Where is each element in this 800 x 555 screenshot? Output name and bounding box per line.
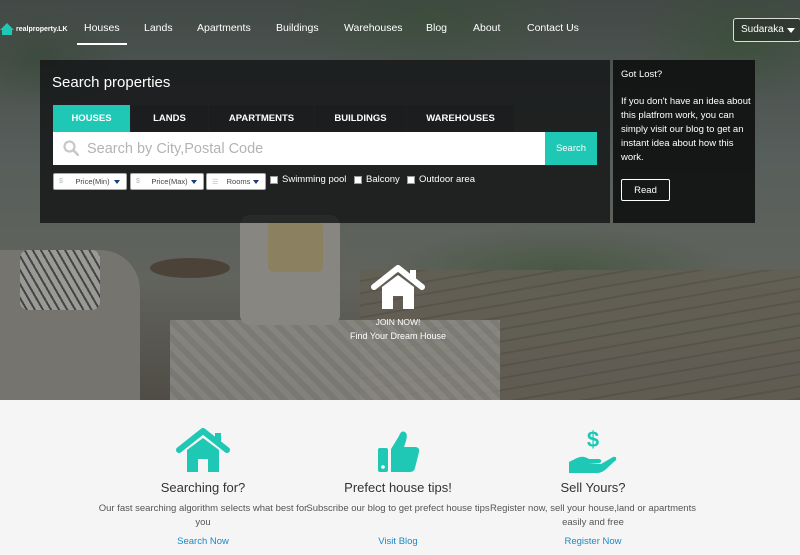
money-hand-icon: $ (483, 428, 703, 474)
tab-houses[interactable]: HOUSES (53, 105, 130, 132)
logo-text: realproperty.LK (16, 25, 68, 33)
read-button[interactable]: Read (621, 179, 670, 201)
balcony-label: Balcony (366, 174, 400, 185)
checkbox-box[interactable] (407, 175, 415, 184)
join-now-cta[interactable]: JOIN NOW! Find Your Dream House (340, 265, 456, 341)
tab-buildings[interactable]: BUILDINGS (315, 105, 406, 132)
house-icon (93, 428, 313, 474)
price-max-select[interactable]: $ Price(Max) (130, 173, 204, 190)
tab-apartments[interactable]: APARTMENTS (209, 105, 314, 132)
features-section: Searching for? Our fast searching algori… (0, 400, 800, 555)
rooms-select[interactable]: ☰ Rooms (206, 173, 266, 190)
rooms-label: Rooms (226, 177, 251, 186)
user-name: Sudaraka (741, 24, 784, 35)
chevron-down-icon (253, 179, 259, 184)
dollar-icon: $ (136, 178, 140, 185)
bed-icon: ☰ (212, 178, 219, 186)
feature-description: Our fast searching algorithm selects wha… (98, 503, 308, 528)
thumbs-up-icon (288, 428, 508, 474)
property-type-tabs: HOUSES LANDS APARTMENTS BUILDINGS WAREHO… (53, 105, 515, 132)
feature-description: Register now, sell your house,land or ap… (490, 503, 696, 528)
search-now-link[interactable]: Search Now (93, 536, 313, 547)
search-title: Search properties (52, 74, 171, 91)
chevron-down-icon (114, 179, 120, 184)
top-navbar: realproperty.LK Houses Lands Apartments … (0, 0, 800, 56)
search-bar (53, 132, 545, 165)
nav-about[interactable]: About (473, 22, 500, 34)
chevron-down-icon (787, 28, 795, 33)
search-input[interactable] (87, 136, 537, 161)
got-lost-panel: Got Lost? If you don't have an idea abou… (613, 60, 755, 223)
price-min-label: Price(Min) (75, 177, 110, 186)
search-button[interactable]: Search (545, 132, 597, 165)
got-lost-text: If you don't have an idea about this pla… (621, 96, 751, 163)
visit-blog-link[interactable]: Visit Blog (288, 536, 508, 547)
price-max-label: Price(Max) (151, 177, 188, 186)
swimming-pool-checkbox[interactable]: Swimming pool (270, 174, 346, 185)
dollar-icon: $ (59, 178, 63, 185)
house-icon (371, 265, 425, 309)
nav-houses[interactable]: Houses (77, 22, 127, 45)
nav-buildings[interactable]: Buildings (276, 22, 319, 34)
register-now-link[interactable]: Register Now (483, 536, 703, 547)
outdoor-area-checkbox[interactable]: Outdoor area (407, 174, 475, 185)
outdoor-area-label: Outdoor area (419, 174, 475, 185)
svg-text:$: $ (587, 428, 599, 452)
nav-lands[interactable]: Lands (144, 22, 173, 34)
nav-warehouses[interactable]: Warehouses (344, 22, 403, 34)
swimming-pool-label: Swimming pool (282, 174, 347, 185)
logo-house-icon (0, 23, 14, 35)
got-lost-title: Got Lost? (621, 69, 663, 80)
search-icon (63, 140, 79, 156)
feature-description: Subscribe our blog to get prefect house … (306, 503, 490, 514)
tab-lands[interactable]: LANDS (131, 105, 208, 132)
feature-title: Sell Yours? (560, 480, 626, 495)
tab-warehouses[interactable]: WAREHOUSES (407, 105, 514, 132)
checkbox-box[interactable] (354, 175, 362, 184)
price-min-select[interactable]: $ Price(Min) (53, 173, 127, 190)
search-panel: Search properties HOUSES LANDS APARTMENT… (40, 60, 610, 223)
checkbox-box[interactable] (270, 175, 278, 184)
site-logo[interactable]: realproperty.LK (0, 22, 68, 36)
balcony-checkbox[interactable]: Balcony (354, 174, 400, 185)
find-dream-house-label: Find Your Dream House (349, 331, 447, 341)
chevron-down-icon (191, 179, 197, 184)
nav-apartments[interactable]: Apartments (197, 22, 251, 34)
feature-title: Prefect house tips! (344, 480, 452, 495)
join-now-label: JOIN NOW! (375, 317, 421, 327)
user-dropdown[interactable]: Sudaraka (733, 18, 800, 42)
feature-title: Searching for? (160, 480, 246, 495)
nav-blog[interactable]: Blog (426, 22, 447, 34)
nav-contact-us[interactable]: Contact Us (527, 22, 579, 34)
